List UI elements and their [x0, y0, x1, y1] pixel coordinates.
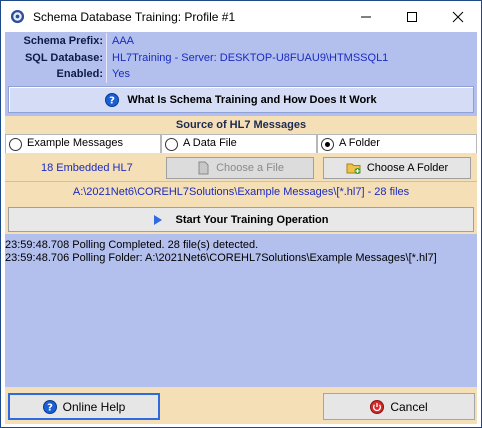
dialog-content: Schema Prefix: AAA SQL Database: HL7Trai…: [5, 32, 477, 424]
selected-path: A:\2021Net6\COREHL7Solutions\Example Mes…: [72, 186, 410, 198]
cancel-power-icon: [370, 399, 385, 414]
log-output: 23:59:48.708 Polling Completed. 28 file(…: [5, 237, 477, 387]
choose-folder-label: Choose A Folder: [366, 162, 449, 174]
radio-data-file[interactable]: A Data File: [161, 134, 317, 154]
maximize-button[interactable]: [389, 1, 435, 32]
cancel-label: Cancel: [390, 399, 428, 414]
schema-prefix-label: Schema Prefix:: [23, 35, 103, 47]
minimize-button[interactable]: [343, 1, 389, 32]
schema-prefix-row: Schema Prefix: AAA: [5, 34, 477, 49]
svg-text:?: ?: [47, 402, 53, 413]
app-gear-icon: [10, 9, 25, 24]
enabled-value: Yes: [112, 68, 130, 80]
radio-folder-indicator[interactable]: [321, 138, 334, 151]
close-button[interactable]: [435, 1, 481, 32]
info-divider: [106, 33, 107, 83]
help-icon: ?: [42, 399, 57, 414]
radio-folder[interactable]: A Folder: [317, 134, 477, 154]
sql-database-label: SQL Database:: [24, 52, 103, 64]
what-is-schema-training-label: What Is Schema Training and How Does It …: [127, 93, 377, 106]
log-line: 23:59:48.706 Polling Folder: A:\2021Net6…: [5, 252, 437, 264]
embedded-count: 18 Embedded HL7: [41, 162, 133, 174]
sql-database-row: SQL Database: HL7Training - Server: DESK…: [5, 51, 477, 66]
svg-text:?: ?: [110, 95, 116, 106]
help-icon: ?: [105, 92, 120, 107]
log-line: 23:59:48.708 Polling Completed. 28 file(…: [5, 239, 259, 251]
enabled-label: Enabled:: [56, 68, 103, 80]
minimize-icon: [361, 16, 371, 17]
online-help-button[interactable]: ? Online Help: [8, 393, 160, 420]
enabled-row: Enabled: Yes: [5, 67, 477, 82]
start-training-label: Start Your Training Operation: [175, 213, 329, 226]
online-help-label: Online Help: [62, 399, 126, 414]
file-icon: [198, 161, 209, 175]
dialog-window: Schema Database Training: Profile #1 Sch…: [0, 0, 482, 428]
radio-example-messages-indicator[interactable]: [9, 138, 22, 151]
radio-folder-label: A Folder: [339, 137, 380, 149]
choose-file-button[interactable]: Choose a File: [166, 157, 314, 179]
start-training-button[interactable]: Start Your Training Operation: [8, 207, 474, 232]
folder-add-icon: [346, 163, 361, 174]
sql-database-value: HL7Training - Server: DESKTOP-U8FUAU9\HT…: [112, 52, 389, 64]
choose-folder-button[interactable]: Choose A Folder: [323, 157, 471, 179]
title-bar: Schema Database Training: Profile #1: [1, 1, 481, 32]
choose-file-label: Choose a File: [216, 162, 284, 174]
schema-prefix-value: AAA: [112, 35, 135, 47]
radio-example-messages-label: Example Messages: [27, 137, 123, 149]
cancel-button[interactable]: Cancel: [323, 393, 475, 420]
footer-bar: ? Online Help Cancel: [5, 387, 477, 424]
radio-example-messages[interactable]: Example Messages: [5, 134, 161, 154]
radio-data-file-label: A Data File: [183, 137, 237, 149]
maximize-icon: [407, 11, 417, 22]
play-icon: [154, 214, 163, 225]
source-title: Source of HL7 Messages: [175, 119, 307, 131]
window-title: Schema Database Training: Profile #1: [33, 10, 236, 24]
what-is-schema-training-button[interactable]: ? What Is Schema Training and How Does I…: [8, 86, 474, 113]
radio-data-file-indicator[interactable]: [165, 138, 178, 151]
close-icon: [452, 11, 464, 22]
